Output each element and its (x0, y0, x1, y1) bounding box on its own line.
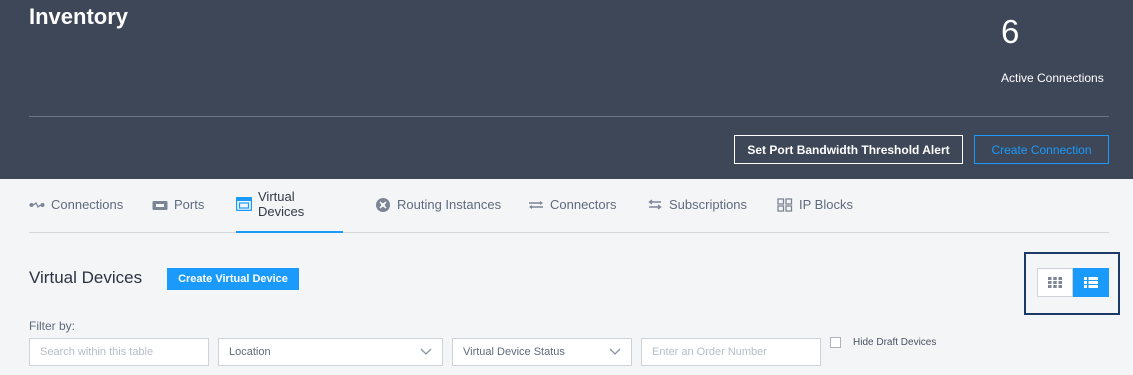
create-virtual-device-button[interactable]: Create Virtual Device (167, 268, 299, 290)
location-select-value: Location (229, 346, 271, 358)
tab-connections[interactable]: Connections (29, 179, 123, 233)
chevron-down-icon (609, 346, 621, 358)
active-connections-count: 6 (1001, 13, 1020, 50)
tab-connectors[interactable]: Connectors (528, 179, 616, 233)
set-bandwidth-alert-button[interactable]: Set Port Bandwidth Threshold Alert (734, 135, 963, 164)
tab-label: Routing Instances (397, 197, 502, 212)
tab-ports[interactable]: Ports (152, 179, 204, 233)
section-title: Virtual Devices (29, 268, 143, 287)
grid-view-button[interactable] (1037, 268, 1073, 297)
filter-label: Filter by: (29, 319, 76, 333)
connectors-icon (528, 197, 544, 213)
status-select[interactable]: Virtual Device Status (452, 338, 632, 366)
tab-ip-blocks[interactable]: IP Blocks (777, 179, 853, 233)
page-header: Inventory 6 Active Connections Set Port … (0, 0, 1133, 179)
subscriptions-icon (647, 197, 663, 213)
location-select[interactable]: Location (218, 338, 443, 366)
active-connections-label: Active Connections (1001, 71, 1104, 85)
search-input[interactable] (29, 338, 209, 366)
virtual-devices-icon (236, 196, 252, 212)
hide-draft-toggle[interactable]: Hide Draft Devices (830, 337, 936, 348)
grid-view-icon (1048, 277, 1062, 288)
page-title: Inventory (29, 4, 129, 29)
tab-label: Ports (174, 197, 205, 212)
list-view-icon (1084, 277, 1098, 288)
tab-label: Subscriptions (669, 197, 748, 212)
ip-blocks-icon (777, 197, 793, 213)
tab-label: Connections (51, 197, 124, 212)
hide-draft-checkbox[interactable] (830, 337, 841, 348)
ports-icon (152, 197, 168, 213)
tab-label: IP Blocks (799, 197, 853, 212)
tab-label: Virtual Devices (258, 188, 305, 219)
tab-virtual-devices[interactable]: Virtual Devices (236, 179, 343, 233)
tab-subscriptions[interactable]: Subscriptions (647, 179, 747, 233)
tab-label: Connectors (550, 197, 617, 212)
chevron-down-icon (420, 346, 432, 358)
order-number-input[interactable] (641, 338, 821, 366)
status-select-value: Virtual Device Status (463, 346, 565, 358)
header-divider (29, 116, 1109, 117)
inventory-tabs: Connections Ports Virtual Devices Routin… (29, 179, 1109, 233)
tab-routing-instances[interactable]: Routing Instances (375, 179, 501, 233)
routing-icon (375, 197, 391, 213)
hide-draft-label: Hide Draft Devices (853, 337, 937, 348)
list-view-button[interactable] (1073, 268, 1109, 297)
create-connection-button[interactable]: Create Connection (974, 135, 1109, 164)
connections-icon (29, 197, 45, 213)
